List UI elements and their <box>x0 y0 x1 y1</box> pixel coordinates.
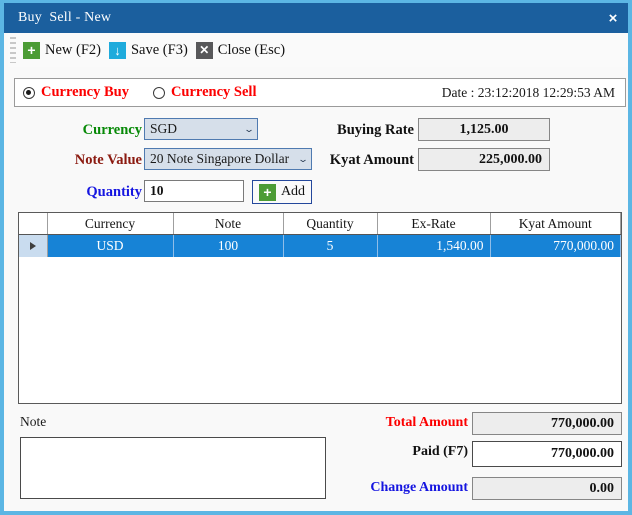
plus-icon: + <box>258 183 276 201</box>
x-icon: ✕ <box>195 41 213 59</box>
kyat-amount-field: 225,000.00 <box>418 148 550 171</box>
cell-note: 100 <box>173 234 284 257</box>
add-button-label: Add <box>280 184 306 199</box>
toolbar-grip-handle[interactable] <box>10 37 16 63</box>
radio-currency-buy-label: Currency Buy <box>41 84 129 100</box>
column-header-ex-rate[interactable]: Ex-Rate <box>377 213 491 235</box>
date-time-text: Date : 23:12:2018 12:29:53 AM <box>441 84 615 100</box>
cell-ex-rate: 1,540.00 <box>377 234 491 257</box>
currency-label: Currency <box>82 122 142 138</box>
change-amount-label: Change Amount <box>370 480 468 495</box>
buying-rate-field: 1,125.00 <box>418 118 550 141</box>
table-header-row: Currency Note Quantity Ex-Rate Kyat Amou… <box>19 213 621 235</box>
change-amount-field: 0.00 <box>472 477 622 500</box>
cell-kyat-amount: 770,000.00 <box>490 234 621 257</box>
note-textarea[interactable] <box>20 437 326 499</box>
radio-currency-sell[interactable]: Currency Sell <box>152 84 257 101</box>
total-amount-label: Total Amount <box>385 415 468 430</box>
close-button-label: Close (Esc) <box>217 41 286 58</box>
plus-icon: + <box>23 41 40 59</box>
quantity-label: Quantity <box>86 184 142 200</box>
column-header-quantity[interactable]: Quantity <box>283 213 378 235</box>
new-button-label: New (F2) <box>45 41 101 58</box>
toolbar: + New (F2) ↓ Save (F3) ✕ Close (Esc) <box>8 33 628 67</box>
column-header-kyat-amount[interactable]: Kyat Amount <box>490 213 621 235</box>
buying-rate-label: Buying Rate <box>337 122 414 138</box>
download-arrow-icon: ↓ <box>108 41 126 59</box>
radio-unselected-icon <box>152 86 165 99</box>
row-indicator-cell <box>19 234 48 257</box>
quantity-input[interactable]: 10 <box>144 180 244 202</box>
currency-select-value: SGD <box>150 121 178 136</box>
note-value-select[interactable]: 20 Note Singapore Dollar ⌄ <box>144 148 312 170</box>
cell-quantity: 5 <box>283 234 378 257</box>
column-header-currency[interactable]: Currency <box>47 213 174 235</box>
radio-selected-icon <box>23 86 35 99</box>
paid-input[interactable]: 770,000.00 <box>472 441 622 467</box>
window-title: Buy Sell - New <box>18 10 112 25</box>
column-header-note[interactable]: Note <box>173 213 284 235</box>
transaction-mode-bar: Currency Buy Currency Sell Date : 23:12:… <box>14 78 626 107</box>
paid-label: Paid (F7) <box>412 444 468 459</box>
chevron-down-icon: ⌄ <box>243 123 255 134</box>
radio-currency-sell-label: Currency Sell <box>170 84 257 100</box>
note-value-label: Note Value <box>74 152 142 168</box>
save-button-label: Save (F3) <box>130 41 188 58</box>
close-button[interactable]: ✕ Close (Esc) <box>192 37 289 63</box>
cell-currency: USD <box>47 234 174 257</box>
buy-sell-window: Buy Sell - New × + New (F2) ↓ Save (F3) … <box>0 0 632 515</box>
transactions-table: Currency Note Quantity Ex-Rate Kyat Amou… <box>19 213 621 257</box>
row-indicator-header <box>19 213 48 235</box>
new-button[interactable]: + New (F2) <box>19 37 105 63</box>
close-icon[interactable]: × <box>590 3 628 33</box>
window-titlebar: Buy Sell - New × <box>4 0 628 33</box>
note-value-select-value: 20 Note Singapore Dollar <box>150 151 290 166</box>
row-selector-arrow-icon <box>29 242 36 250</box>
table-row[interactable]: USD 100 5 1,540.00 770,000.00 <box>19 234 621 257</box>
save-button[interactable]: ↓ Save (F3) <box>105 37 192 63</box>
radio-currency-buy[interactable]: Currency Buy <box>23 84 129 101</box>
transactions-grid[interactable]: Currency Note Quantity Ex-Rate Kyat Amou… <box>18 212 622 404</box>
currency-select[interactable]: SGD ⌄ <box>144 118 258 140</box>
kyat-amount-label: Kyat Amount <box>329 152 414 168</box>
total-amount-field: 770,000.00 <box>472 412 622 435</box>
note-label: Note <box>20 414 47 429</box>
add-button[interactable]: + Add <box>252 180 312 204</box>
